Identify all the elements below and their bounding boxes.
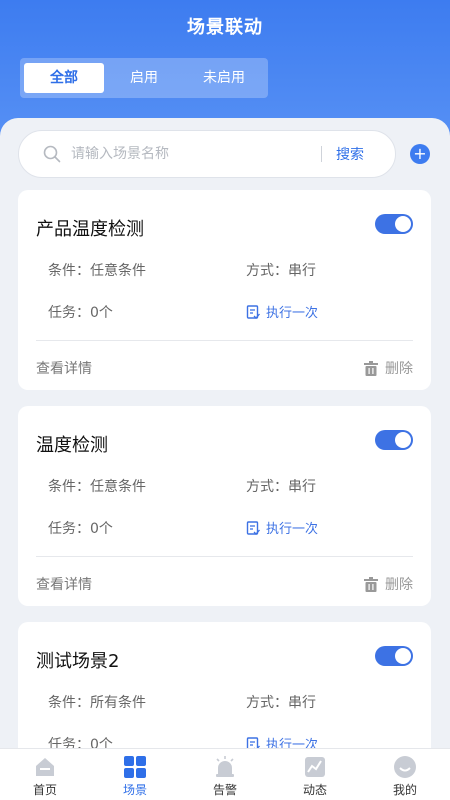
trash-icon [364,360,378,376]
scene-list-panel: 搜索 + 产品温度检测 条件：任意条件 方式：串行 任务：0个 执行一次 查看详… [0,118,450,758]
search-input[interactable] [71,146,311,162]
scene-card: 测试场景2 条件：所有条件 方式：串行 任务：0个 执行一次 [18,622,431,758]
nav-home[interactable]: 首页 [0,749,90,800]
nav-profile[interactable]: 我的 [360,749,450,800]
grid-icon [124,756,146,778]
tab-enabled[interactable]: 启用 [104,63,184,93]
scene-enable-toggle[interactable] [375,214,413,234]
delete-button[interactable]: 删除 [364,574,413,594]
scene-card: 产品温度检测 条件：任意条件 方式：串行 任务：0个 执行一次 查看详情 删除 [18,190,431,390]
nav-profile-label: 我的 [392,783,417,797]
tab-disabled[interactable]: 未启用 [184,63,264,93]
nav-home-label: 首页 [32,783,57,797]
page-title: 场景联动 [187,17,263,38]
trash-icon [364,576,378,592]
home-icon [36,758,54,776]
filter-tabs: 全部 启用 未启用 [20,58,268,98]
scene-mode: 方式：串行 [246,263,316,279]
scene-mode: 方式：串行 [246,479,316,495]
search-button[interactable]: 搜索 [336,144,364,164]
card-divider [36,340,413,341]
run-once-icon [246,520,260,535]
run-once-label: 执行一次 [266,306,319,321]
search-icon [43,145,61,163]
run-once-label: 执行一次 [266,522,319,537]
scene-condition: 条件：任意条件 [48,263,146,279]
profile-icon [394,756,416,778]
scene-condition: 条件：所有条件 [48,695,146,711]
search-box: 搜索 [18,130,396,178]
scene-title: 温度检测 [36,435,108,456]
scene-card: 温度检测 条件：任意条件 方式：串行 任务：0个 执行一次 查看详情 删除 [18,406,431,606]
toggle-knob [395,432,411,448]
delete-button[interactable]: 删除 [364,358,413,378]
nav-alarms[interactable]: 告警 [180,749,270,800]
nav-alarms-label: 告警 [212,783,237,797]
chart-icon [305,757,325,777]
search-row: 搜索 + [18,130,438,178]
toggle-knob [395,216,411,232]
run-once-button[interactable]: 执行一次 [246,518,318,537]
tab-all[interactable]: 全部 [24,63,104,93]
scene-tasks: 任务：0个 [48,521,113,537]
nav-activity[interactable]: 动态 [270,749,360,800]
alarm-icon [216,756,234,777]
scene-title: 测试场景2 [36,651,120,672]
run-once-icon [246,304,260,319]
run-once-button[interactable]: 执行一次 [246,302,318,321]
scene-mode: 方式：串行 [246,695,316,711]
view-details-link[interactable]: 查看详情 [36,358,92,378]
card-divider [36,556,413,557]
bottom-nav: 首页 场景 告警 动态 我的 [0,748,450,800]
delete-label: 删除 [385,577,413,593]
scene-condition: 条件：任意条件 [48,479,146,495]
nav-activity-label: 动态 [302,783,327,797]
search-divider [321,146,322,162]
nav-scenes[interactable]: 场景 [90,749,180,800]
delete-label: 删除 [385,361,413,377]
scene-enable-toggle[interactable] [375,430,413,450]
scene-enable-toggle[interactable] [375,646,413,666]
nav-scenes-label: 场景 [122,783,147,797]
scene-tasks: 任务：0个 [48,305,113,321]
add-scene-button[interactable]: + [410,144,430,164]
scene-title: 产品温度检测 [36,219,144,240]
view-details-link[interactable]: 查看详情 [36,574,92,594]
toggle-knob [395,648,411,664]
